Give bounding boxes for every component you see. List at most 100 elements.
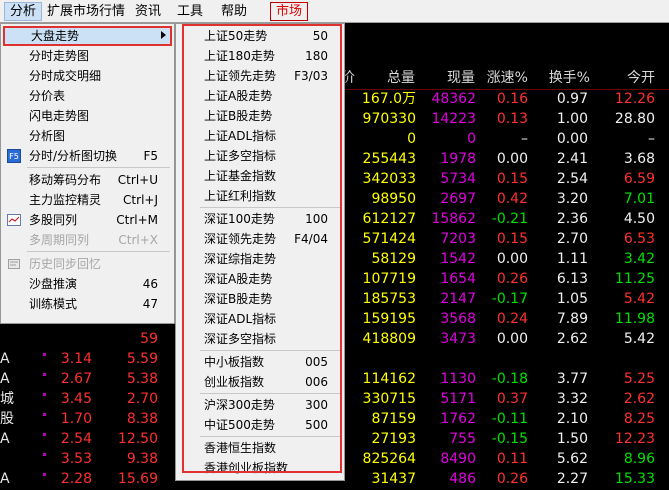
col-header-current-volume[interactable]: 现量 (420, 67, 475, 89)
cell-p2: 5.38 (126, 371, 158, 387)
menu-item[interactable]: 分析图 (3, 126, 172, 146)
cell-speed: -0.15 (491, 431, 528, 447)
menu-item[interactable]: 分时成交明细 (3, 66, 172, 86)
multi-chart-icon (7, 213, 21, 227)
submenu-highlight-outline (182, 24, 342, 473)
menu-market[interactable]: 市场 (270, 2, 309, 21)
cell-speed: -0.18 (491, 371, 528, 387)
menu-item[interactable]: 沙盘推演 46 (3, 274, 172, 294)
cell-speed (478, 349, 528, 369)
cell-turn: 0.97 (556, 91, 588, 107)
menu-item[interactable]: 训练模式 47 (3, 294, 172, 314)
menu-item[interactable]: 大盘走势 (3, 26, 172, 46)
cell-cur: 486 (449, 471, 476, 487)
menu-item-shortcut: 47 (142, 297, 158, 311)
cell-cur: 2697 (440, 191, 476, 207)
cell-open: 5.25 (623, 371, 655, 387)
menu-item-label: 主力监控精灵 (29, 193, 102, 207)
menu-item-shortcut: Ctrl+M (116, 213, 158, 227)
menu-item-label: 历史同步回忆 (29, 257, 102, 271)
cell-vol: 107719 (362, 271, 416, 287)
menu-news[interactable]: 资讯 (130, 2, 166, 21)
cell-speed: – (521, 131, 528, 147)
cell-open: 3.42 (623, 251, 655, 267)
flag-dot (43, 453, 46, 456)
cell-speed: 0.16 (496, 91, 528, 107)
cell-open: 15.33 (614, 471, 655, 487)
cell-vol: 167.0万 (361, 91, 416, 107)
cell-turn: 1.05 (556, 291, 588, 307)
cell-cur: 1654 (440, 271, 476, 287)
menu-item[interactable]: 主力监控精灵 Ctrl+J (3, 190, 172, 210)
menu-analysis[interactable]: 分析 (4, 2, 43, 21)
cell-cur: 14223 (431, 111, 476, 127)
cell-speed: -0.17 (491, 291, 528, 307)
menu-separator (27, 251, 170, 252)
cell-cur: 5171 (440, 391, 476, 407)
menu-item-label: 分时走势图 (29, 49, 90, 63)
cell-cur: 1762 (440, 411, 476, 427)
cell-turn: 2.27 (556, 471, 588, 487)
cell-vol: 31437 (371, 471, 416, 487)
cell-vol: 159195 (362, 311, 416, 327)
cell-cur: 1130 (440, 371, 476, 387)
cell-vol: 970330 (362, 111, 416, 127)
menu-item-label: 分价表 (29, 89, 66, 103)
cell-speed: -0.11 (491, 411, 528, 427)
flag-dot (43, 473, 46, 476)
cell-cur: 755 (449, 431, 476, 447)
menu-tools[interactable]: 工具 (172, 2, 208, 21)
cell-p2: 12.50 (117, 431, 158, 447)
cell-speed: 0.15 (496, 231, 528, 247)
cell-cur: 48362 (431, 91, 476, 107)
cell-open: 8.25 (623, 411, 655, 427)
cell-cur: 0 (467, 131, 476, 147)
cell-turn: 6.13 (556, 271, 588, 287)
menu-help[interactable]: 帮助 (216, 2, 252, 21)
cell-p2: 59 (140, 331, 158, 347)
cell-speed: 0.24 (496, 311, 528, 327)
cell-turn: 3.32 (556, 391, 588, 407)
cell-name: A (0, 371, 10, 387)
cell-vol: 0 (407, 131, 416, 147)
cell-turn: 2.41 (556, 151, 588, 167)
cell-name: A (0, 471, 10, 487)
menu-item-label: 分析图 (29, 129, 66, 143)
cell-p2: 2.70 (126, 391, 158, 407)
cell-name (0, 449, 40, 469)
cell-speed: 0.42 (496, 191, 528, 207)
cell-turn (535, 349, 588, 369)
cell-p1: 2.54 (60, 431, 92, 447)
menu-item[interactable]: 多股同列 Ctrl+M (3, 210, 172, 230)
menu-item[interactable]: 分时走势图 (3, 46, 172, 66)
cell-p1: 3.14 (60, 351, 92, 367)
cell-vol: 571424 (362, 231, 416, 247)
submenu-arrow-icon (161, 31, 166, 39)
menu-item-label: 分时成交明细 (29, 69, 102, 83)
menu-extended-market[interactable]: 扩展市场行情 (42, 2, 130, 21)
cell-open: 6.53 (623, 231, 655, 247)
cell-turn: 2.62 (556, 331, 588, 347)
cell-name (0, 329, 40, 349)
menu-item[interactable]: 分价表 (3, 86, 172, 106)
cell-turn: 0.00 (556, 131, 588, 147)
cell-turn: 5.62 (556, 451, 588, 467)
menu-separator (27, 167, 170, 168)
menu-item[interactable]: 移动筹码分布 Ctrl+U (3, 170, 172, 190)
cell-turn: 1.11 (556, 251, 588, 267)
cell-turn: 2.70 (556, 231, 588, 247)
menu-item-shortcut: Ctrl+X (118, 233, 158, 247)
flag-dot (43, 433, 46, 436)
cell-turn: 7.89 (556, 311, 588, 327)
cell-vol: 612127 (362, 211, 416, 227)
cell-vol (350, 349, 416, 369)
col-header-speed[interactable]: 涨速% (478, 67, 528, 89)
cell-open: 28.80 (614, 111, 655, 127)
menu-item[interactable]: 闪电走势图 (3, 106, 172, 126)
col-header-volume[interactable]: 总量 (360, 67, 415, 89)
col-header-turnover[interactable]: 换手% (535, 67, 590, 89)
cell-vol: 255443 (362, 151, 416, 167)
cell-speed: 0.11 (496, 451, 528, 467)
col-header-open[interactable]: 今开 (600, 67, 655, 89)
menu-item[interactable]: F5 分时/分析图切换 F5 (3, 146, 172, 166)
